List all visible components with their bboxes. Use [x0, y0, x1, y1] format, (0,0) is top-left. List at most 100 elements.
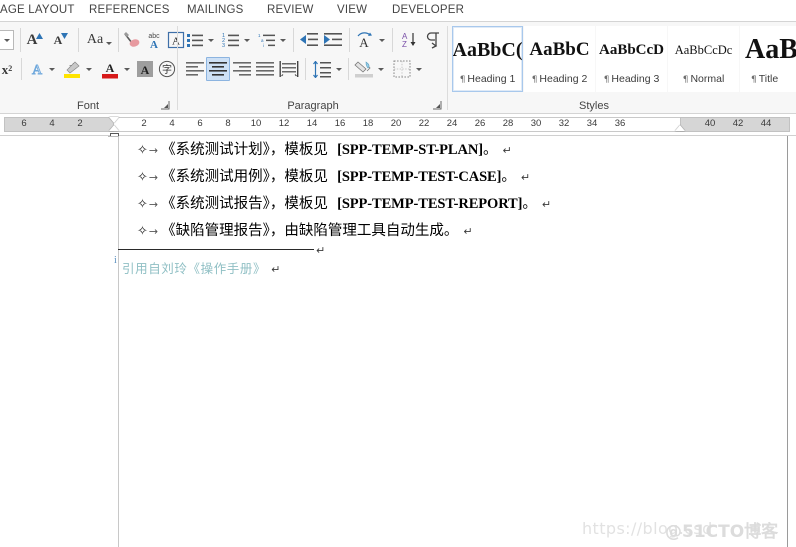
document-paragraph[interactable]: ✧→ 《系统测试计划》，模板见 [SPP-TEMP-ST-PLAN]。 ↵ — [137, 140, 512, 161]
horizontal-ruler[interactable]: 6 4 2 2 4 6 8 10 12 14 16 18 20 22 24 26… — [0, 114, 796, 140]
tab-developer[interactable]: DEVELOPER — [388, 0, 468, 22]
highlight-chevron-down-icon[interactable] — [84, 64, 94, 74]
ruler-tick: 18 — [362, 118, 374, 129]
tab-mark-icon: → — [148, 171, 159, 184]
decrease-indent-icon[interactable] — [297, 29, 321, 51]
style-preview: AaBbCcD — [598, 41, 664, 58]
bullet-icon: ✧ — [137, 197, 148, 212]
divider — [293, 28, 294, 52]
shading-icon[interactable] — [352, 58, 376, 80]
paragraph-group-label: Paragraph — [287, 100, 339, 112]
numbering-chevron-down-icon[interactable] — [242, 35, 252, 45]
numbering-icon[interactable]: 1 2 3 — [220, 29, 242, 51]
svg-text:字: 字 — [162, 63, 172, 76]
endnote-text[interactable]: 引用自刘玲《操作手册》 ↵ — [122, 258, 281, 277]
distributed-button[interactable] — [277, 58, 301, 80]
document-canvas[interactable]: ✧→ 《系统测试计划》，模板见 [SPP-TEMP-ST-PLAN]。 ↵ ✧→ 《系… — [0, 136, 796, 547]
endnote-separator-mark: ↵ — [316, 240, 325, 261]
tab-mark-icon: → — [148, 198, 159, 211]
change-case-icon[interactable]: Aa — [82, 29, 114, 51]
document-paragraph[interactable]: ✧→ 《系统测试报告》，模板见 [SPP-TEMP-TEST-REPORT]。 ↵ — [137, 194, 551, 215]
margin-tick — [108, 136, 119, 137]
superscript-icon[interactable]: x2 — [0, 58, 18, 80]
font-group-label: Font — [76, 100, 99, 112]
ruler-tick: 36 — [614, 118, 626, 129]
font-size-dropdown[interactable] — [0, 30, 14, 50]
paragraph-dialog-launcher[interactable] — [432, 100, 443, 111]
paragraph-text: 《缺陷管理报告》，由缺陷管理工具自动生成。 — [161, 223, 459, 239]
show-formatting-marks-icon[interactable] — [424, 29, 446, 51]
svg-text:3: 3 — [222, 43, 225, 48]
bullets-icon[interactable] — [184, 29, 206, 51]
tab-review[interactable]: REVIEW — [263, 0, 318, 22]
enclose-characters-icon[interactable]: 字 — [156, 58, 178, 80]
font-group: A A Aa abc A A x 2 A A A 字 Font — [0, 22, 185, 114]
tab-references[interactable]: REFERENCES — [85, 0, 174, 22]
borders-chevron-down-icon[interactable] — [414, 64, 424, 74]
ruler-tick: 10 — [250, 118, 262, 129]
increase-indent-icon[interactable] — [321, 29, 345, 51]
ruler-tick: 42 — [732, 118, 744, 129]
document-paragraph[interactable]: ✧→ 《缺陷管理报告》，由缺陷管理工具自动生成。 ↵ — [137, 221, 473, 242]
shading-chevron-down-icon[interactable] — [376, 64, 386, 74]
tab-mark-icon: → — [148, 144, 159, 157]
justify-button[interactable] — [254, 58, 276, 80]
text-effects-icon[interactable]: A — [26, 58, 48, 80]
style-normal[interactable]: AaBbCcDc ¶ Normal — [668, 26, 739, 92]
pilcrow-icon: ¶ — [459, 75, 466, 85]
phonetic-guide-icon[interactable]: abc A — [142, 29, 166, 51]
divider — [20, 28, 21, 52]
paragraph-tail: 。 — [482, 142, 498, 158]
page-left-edge — [118, 136, 119, 547]
tab-page-layout[interactable]: AGE LAYOUT — [0, 0, 79, 22]
clear-formatting-icon[interactable] — [120, 29, 144, 51]
line-spacing-icon[interactable] — [310, 58, 334, 80]
style-heading-1[interactable]: AaBbC( ¶ Heading 1 — [452, 26, 523, 92]
style-label: ¶ Heading 1 — [459, 73, 516, 85]
ruler-tick: 24 — [446, 118, 458, 129]
document-paragraph[interactable]: ✧→ 《系统测试用例》，模板见 [SPP-TEMP-TEST-CASE]。 ↵ — [137, 167, 530, 188]
grow-font-icon[interactable]: A — [24, 29, 46, 51]
svg-text:A: A — [32, 63, 43, 78]
divider — [118, 28, 119, 52]
style-label: ¶ Normal — [682, 73, 725, 85]
align-right-button[interactable] — [231, 58, 253, 80]
multilevel-list-icon[interactable]: 1 a i — [256, 29, 278, 51]
style-heading-3[interactable]: AaBbCcD ¶ Heading 3 — [596, 26, 667, 92]
svg-text:i: i — [263, 43, 264, 48]
word-window: AGE LAYOUT REFERENCES MAILINGS REVIEW VI… — [0, 0, 796, 547]
asian-layout-chevron-down-icon[interactable] — [377, 35, 387, 45]
shrink-font-icon[interactable]: A — [50, 29, 72, 51]
first-line-indent-marker[interactable] — [109, 117, 119, 123]
font-color-icon[interactable]: A — [98, 58, 122, 80]
paragraph-text: 《系统测试用例》，模板见 — [161, 169, 328, 185]
hanging-indent-marker[interactable] — [109, 125, 119, 131]
multilevel-chevron-down-icon[interactable] — [278, 35, 288, 45]
right-indent-marker[interactable] — [675, 125, 685, 131]
asian-layout-icon[interactable]: A — [353, 29, 377, 51]
paragraph-mark-icon: ↵ — [463, 225, 473, 238]
text-effects-chevron-down-icon[interactable] — [47, 64, 57, 74]
style-heading-2[interactable]: AaBbC ¶ Heading 2 — [524, 26, 595, 92]
align-left-button[interactable] — [184, 58, 206, 80]
character-shading-icon[interactable]: A — [134, 58, 156, 80]
style-title[interactable]: AaB ¶ Title — [740, 26, 796, 92]
sort-icon[interactable]: A Z — [396, 29, 420, 51]
font-color-chevron-down-icon[interactable] — [122, 64, 132, 74]
ruler-tick: 2 — [77, 118, 83, 129]
tab-view[interactable]: VIEW — [333, 0, 371, 22]
group-divider — [447, 26, 448, 110]
tab-mailings[interactable]: MAILINGS — [183, 0, 248, 22]
font-dialog-launcher[interactable] — [160, 100, 171, 111]
borders-icon[interactable] — [390, 58, 414, 80]
bullet-icon: ✧ — [137, 143, 148, 158]
ribbon-tab-bar: AGE LAYOUT REFERENCES MAILINGS REVIEW VI… — [0, 0, 796, 22]
divider — [392, 28, 393, 52]
bullet-icon: ✧ — [137, 170, 148, 185]
pilcrow-icon: ¶ — [531, 75, 538, 85]
text-highlight-color-icon[interactable]: ab — [60, 58, 84, 80]
align-center-button[interactable] — [206, 57, 230, 81]
line-spacing-chevron-down-icon[interactable] — [334, 64, 344, 74]
bullets-chevron-down-icon[interactable] — [206, 35, 216, 45]
ruler-tick: 28 — [502, 118, 514, 129]
